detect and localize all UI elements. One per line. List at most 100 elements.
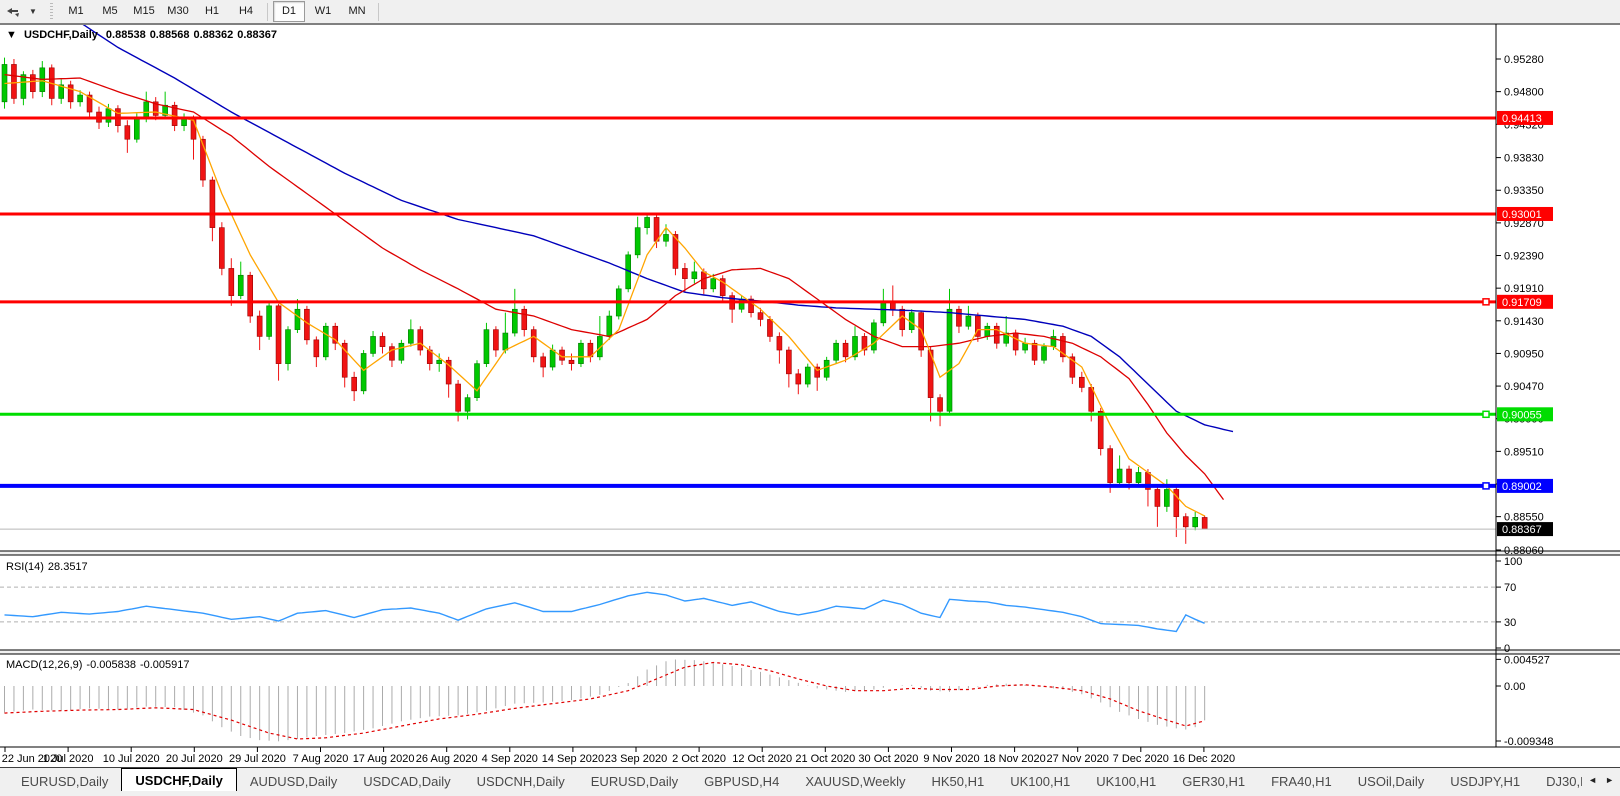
bear-candle: [125, 126, 130, 140]
price-chart-canvas[interactable]: ▼ USDCHF,Daily0.885380.885680.883620.883…: [0, 0, 1620, 796]
panel-splitter[interactable]: [0, 650, 1620, 654]
level-price-badge-text: 0.90055: [1502, 409, 1542, 421]
bear-candle: [11, 64, 16, 98]
bull-candle: [805, 367, 810, 384]
bear-candle: [777, 336, 782, 350]
chart-tab-ger30-h1[interactable]: GER30,H1: [1169, 771, 1258, 792]
rsi-value: 28.3517: [48, 561, 88, 573]
panel-splitter[interactable]: [0, 551, 1620, 555]
chart-tab-xauusd-weekly[interactable]: XAUUSD,Weekly: [792, 771, 918, 792]
date-tick-label: 10 Jul 2020: [103, 753, 160, 765]
date-tick-label: 14 Sep 2020: [542, 753, 604, 765]
bear-candle: [938, 398, 943, 412]
price-tick-label: 0.91430: [1504, 316, 1544, 328]
chart-tab-usdchf-daily[interactable]: USDCHF,Daily: [121, 768, 236, 792]
rsi-tick-label: 0: [1504, 643, 1510, 655]
date-tick-label: 17 Aug 2020: [353, 753, 415, 765]
chart-tab-usdcad-daily[interactable]: USDCAD,Daily: [350, 771, 463, 792]
bull-candle: [711, 279, 716, 289]
bull-candle: [106, 109, 111, 123]
bear-candle: [257, 316, 262, 336]
chart-tab-usoil-daily[interactable]: USOil,Daily: [1345, 771, 1437, 792]
price-tick-label: 0.88550: [1504, 512, 1544, 524]
bear-candle: [956, 309, 961, 326]
line-handle[interactable]: [1483, 299, 1489, 305]
date-tick-label: 2 Oct 2020: [672, 753, 726, 765]
chart-tab-dj30-daily[interactable]: DJ30,Daily: [1533, 771, 1582, 792]
bull-candle: [286, 330, 291, 364]
tab-scroll-right-icon[interactable]: ►: [1605, 775, 1614, 785]
bull-candle: [1042, 347, 1047, 361]
bear-candle: [276, 306, 281, 364]
bull-candle: [408, 330, 413, 344]
bull-candle: [1136, 472, 1141, 482]
bear-candle: [1108, 449, 1113, 483]
bull-candle: [664, 234, 669, 241]
macd-tick-label: -0.009348: [1504, 736, 1554, 748]
bull-candle: [966, 316, 971, 326]
date-tick-label: 30 Oct 2020: [858, 753, 918, 765]
bear-candle: [843, 343, 848, 357]
date-tick-label: 7 Aug 2020: [293, 753, 349, 765]
bear-candle: [1032, 343, 1037, 360]
bull-candle: [503, 333, 508, 350]
title-open: 0.88538: [106, 29, 146, 41]
bull-candle: [399, 343, 404, 360]
bear-candle: [493, 330, 498, 350]
date-tick-label: 1 Jul 2020: [43, 753, 94, 765]
macd-tick-label: 0.004527: [1504, 654, 1550, 666]
chart-tab-uk100-h1[interactable]: UK100,H1: [997, 771, 1083, 792]
price-tick-label: 0.94800: [1504, 87, 1544, 99]
bull-candle: [144, 102, 149, 119]
bull-candle: [475, 364, 480, 398]
bear-candle: [890, 302, 895, 309]
bear-candle: [900, 309, 905, 329]
bull-candle: [21, 75, 26, 99]
bear-candle: [1098, 411, 1103, 448]
bull-candle: [985, 326, 990, 336]
date-tick-label: 16 Dec 2020: [1173, 753, 1235, 765]
bear-candle: [1013, 333, 1018, 350]
line-handle[interactable]: [1483, 411, 1489, 417]
bear-candle: [68, 85, 73, 102]
bull-candle: [824, 360, 829, 377]
bull-candle: [645, 217, 650, 227]
price-tick-label: 0.89510: [1504, 446, 1544, 458]
bull-candle: [361, 353, 366, 390]
chart-tab-hk50-h1[interactable]: HK50,H1: [919, 771, 998, 792]
bear-candle: [30, 75, 35, 92]
bull-candle: [267, 306, 272, 337]
chart-tab-usdjpy-h1[interactable]: USDJPY,H1: [1437, 771, 1533, 792]
bull-candle: [78, 95, 83, 102]
tab-scroll-controls: ◄ ►: [1582, 768, 1620, 792]
line-handle[interactable]: [1483, 483, 1489, 489]
bull-candle: [323, 326, 328, 357]
date-tick-label: 21 Oct 2020: [795, 753, 855, 765]
chart-tab-eurusd-daily[interactable]: EURUSD,Daily: [8, 771, 121, 792]
rsi-tick-label: 70: [1504, 582, 1516, 594]
price-tick-label: 0.90470: [1504, 381, 1544, 393]
chart-tab-gbpusd-h4[interactable]: GBPUSD,H4: [691, 771, 792, 792]
date-tick-label: 7 Dec 2020: [1113, 753, 1169, 765]
rsi-tick-label: 100: [1504, 556, 1522, 568]
bull-candle: [1117, 469, 1122, 483]
chart-tab-usdcnh-daily[interactable]: USDCNH,Daily: [464, 771, 578, 792]
bear-candle: [248, 275, 253, 316]
macd-label: MACD(12,26,9)-0.005838-0.005917: [6, 659, 190, 671]
chart-tab-uk100-h1[interactable]: UK100,H1: [1083, 771, 1169, 792]
chart-tabs: EURUSD,DailyUSDCHF,DailyAUDUSD,DailyUSDC…: [0, 768, 1582, 792]
date-tick-label: 12 Oct 2020: [732, 753, 792, 765]
bull-candle: [578, 343, 583, 363]
chart-tab-bar: EURUSD,DailyUSDCHF,DailyAUDUSD,DailyUSDC…: [0, 767, 1620, 792]
bear-candle: [418, 330, 423, 350]
chart-tab-fra40-h1[interactable]: FRA40,H1: [1258, 771, 1345, 792]
bull-candle: [134, 119, 139, 139]
bear-candle: [1079, 377, 1084, 387]
date-tick-label: 18 Nov 2020: [983, 753, 1045, 765]
bull-candle: [635, 228, 640, 255]
chart-tab-eurusd-daily[interactable]: EURUSD,Daily: [578, 771, 691, 792]
bull-candle: [465, 398, 470, 412]
chart-tab-audusd-daily[interactable]: AUDUSD,Daily: [237, 771, 350, 792]
bear-candle: [531, 330, 536, 357]
tab-scroll-left-icon[interactable]: ◄: [1588, 775, 1597, 785]
